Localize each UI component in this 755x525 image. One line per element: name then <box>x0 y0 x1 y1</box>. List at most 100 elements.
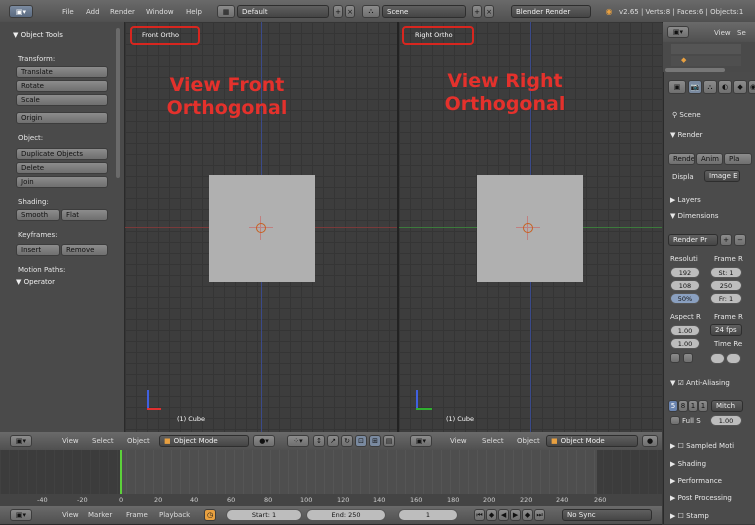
menu-frame[interactable]: Frame <box>126 511 148 519</box>
aspect-y-field[interactable]: 1.00 <box>670 338 700 349</box>
editor-type-button[interactable]: ▣▾ <box>9 5 33 18</box>
scale-button[interactable]: Scale <box>16 94 108 106</box>
editor-type-button[interactable]: ▣▾ <box>10 435 32 447</box>
scene-tab-icon[interactable]: ⛬ <box>703 80 717 94</box>
start-frame-field[interactable]: Start: 1 <box>226 509 302 521</box>
add-screen-button[interactable]: + <box>333 5 343 18</box>
remove-scene-button[interactable]: × <box>484 5 494 18</box>
end-frame-field[interactable]: End: 250 <box>306 509 386 521</box>
rotate-button[interactable]: Rotate <box>16 80 108 92</box>
full-sample-checkbox[interactable] <box>670 416 680 425</box>
editor-type-button[interactable]: ▣▾ <box>667 26 689 38</box>
outliner-panel[interactable]: ◆ <box>663 42 755 72</box>
sync-mode-select[interactable]: No Sync <box>562 509 652 521</box>
more-tabs-icon[interactable]: ◉ <box>748 80 755 94</box>
scene-icon[interactable]: ⛬ <box>362 5 380 18</box>
current-frame-marker[interactable] <box>120 450 122 500</box>
rotate-manip-button[interactable]: ↻ <box>341 435 353 447</box>
layers-button[interactable]: ▤ <box>383 435 395 447</box>
menu-window[interactable]: Window <box>146 8 174 16</box>
join-button[interactable]: Join <box>16 176 108 188</box>
menu-view[interactable]: View <box>714 29 731 37</box>
aa-samples-16[interactable]: 1 <box>698 400 708 412</box>
jump-start-button[interactable]: ⏮ <box>474 509 485 521</box>
orientation-button[interactable]: ⊞ <box>369 435 381 447</box>
search-label[interactable]: Se <box>737 29 746 37</box>
render-tab-icon[interactable]: 📷 <box>688 80 702 94</box>
screen-layout-icon[interactable]: ▦ <box>217 5 235 18</box>
menu-render[interactable]: Render <box>110 8 135 16</box>
origin-button[interactable]: Origin <box>16 112 108 124</box>
animation-button[interactable]: Anim <box>696 153 723 165</box>
preview-range-toggle[interactable]: ◷ <box>204 509 216 521</box>
menu-help[interactable]: Help <box>186 8 202 16</box>
render-panel-header[interactable]: ▼ Render <box>670 131 703 139</box>
editor-type-button[interactable]: ▣▾ <box>10 509 32 521</box>
time-remap-new-field[interactable] <box>726 353 741 364</box>
current-frame-field[interactable]: 1 <box>398 509 458 521</box>
add-scene-button[interactable]: + <box>472 5 482 18</box>
pivot-point-button[interactable]: ⁘▾ <box>287 435 309 447</box>
object-tab-icon[interactable]: ◆ <box>733 80 747 94</box>
object-mode-select[interactable]: ■ Object Mode <box>546 435 638 447</box>
insert-keyframe-button[interactable]: Insert <box>16 244 60 256</box>
next-keyframe-button[interactable]: ◆ <box>522 509 533 521</box>
scale-manip-button[interactable]: ⊡ <box>355 435 367 447</box>
viewport-shading-button[interactable]: ● <box>642 435 658 447</box>
outliner-scene-item[interactable] <box>671 44 741 54</box>
viewport-shading-button[interactable]: ●▾ <box>253 435 275 447</box>
menu-playback[interactable]: Playback <box>159 511 190 519</box>
manipulator-toggle[interactable]: ↕ <box>313 435 325 447</box>
tool-shelf-scrollbar[interactable] <box>116 28 120 178</box>
timeline-area[interactable] <box>0 450 662 500</box>
aa-samples-8[interactable]: 8 <box>678 400 688 412</box>
resolution-y-field[interactable]: 108 <box>670 280 700 291</box>
play-reverse-button[interactable]: ◀ <box>498 509 509 521</box>
operator-panel-header[interactable]: ▼ Operator <box>16 278 55 286</box>
render-preset-select[interactable]: Render Pr <box>668 234 718 246</box>
menu-select[interactable]: Select <box>482 437 504 445</box>
post-processing-panel-header[interactable]: ▶ Post Processing <box>670 494 732 502</box>
frame-step-field[interactable]: Fr: 1 <box>710 293 742 304</box>
fps-select[interactable]: 24 fps <box>710 324 742 336</box>
stamp-panel-header[interactable]: ▶ ☐ Stamp <box>670 512 709 520</box>
dimensions-panel-header[interactable]: ▼ Dimensions <box>670 212 718 220</box>
prev-keyframe-button[interactable]: ◆ <box>486 509 497 521</box>
flat-button[interactable]: Flat <box>61 209 108 221</box>
smooth-button[interactable]: Smooth <box>16 209 60 221</box>
scene-select[interactable]: Scene <box>382 5 466 18</box>
filter-size-field[interactable]: 1.00 <box>710 415 742 426</box>
menu-view[interactable]: View <box>62 437 79 445</box>
menu-marker[interactable]: Marker <box>88 511 112 519</box>
world-tab-icon[interactable]: ◐ <box>718 80 732 94</box>
aa-samples-5[interactable]: 5 <box>668 400 678 412</box>
menu-select[interactable]: Select <box>92 437 114 445</box>
menu-view[interactable]: View <box>62 511 79 519</box>
crop-toggle[interactable] <box>683 353 693 363</box>
add-preset-button[interactable]: + <box>720 234 732 246</box>
display-select[interactable]: Image E <box>704 170 740 182</box>
frame-end-field[interactable]: 250 <box>710 280 742 291</box>
aspect-x-field[interactable]: 1.00 <box>670 325 700 336</box>
render-engine-select[interactable]: Blender Render <box>511 5 591 18</box>
resolution-x-field[interactable]: 192 <box>670 267 700 278</box>
viewport-right[interactable]: Right Ortho View Right Orthogonal (1) Cu… <box>399 22 662 432</box>
jump-end-button[interactable]: ⏭ <box>534 509 545 521</box>
menu-file[interactable]: File <box>62 8 74 16</box>
aa-samples-11[interactable]: 1 <box>688 400 698 412</box>
remove-preset-button[interactable]: − <box>734 234 746 246</box>
duplicate-objects-button[interactable]: Duplicate Objects <box>16 148 108 160</box>
resolution-percent-field[interactable]: 50% <box>670 293 700 304</box>
remove-screen-button[interactable]: × <box>345 5 355 18</box>
menu-view[interactable]: View <box>450 437 467 445</box>
object-mode-select[interactable]: ■ Object Mode <box>159 435 249 447</box>
aa-filter-select[interactable]: Mitch <box>711 400 743 412</box>
translate-button[interactable]: Translate <box>16 66 108 78</box>
play-button[interactable]: ▶ <box>510 509 521 521</box>
performance-panel-header[interactable]: ▶ Performance <box>670 477 722 485</box>
shading-panel-header[interactable]: ▶ Shading <box>670 460 706 468</box>
time-remap-old-field[interactable] <box>710 353 725 364</box>
outliner-object-item[interactable]: ◆ <box>671 56 741 66</box>
anti-aliasing-panel-header[interactable]: ▼ ☑ Anti-Aliasing <box>670 379 730 387</box>
render-button[interactable]: Render <box>668 153 695 165</box>
